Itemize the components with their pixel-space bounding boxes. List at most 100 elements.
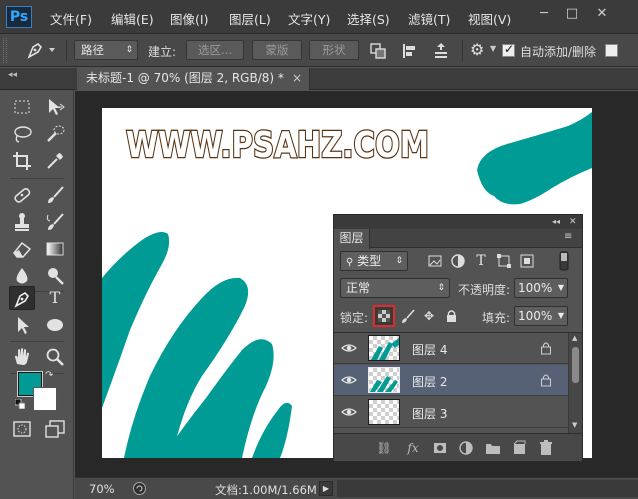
layers-panel: ◂◂ ✕ 图层 ≡ ⚲ 类型 ⇕ T 正常 ⇕ 不透明度: 100% ▼ 锁定:…: [333, 214, 583, 462]
layer-name[interactable]: 图层 3: [412, 405, 447, 422]
menu-file[interactable]: 文件(F): [50, 9, 92, 28]
canvas-watermark-text: WWW.PSAHZ.COM: [126, 125, 429, 166]
layers-scrollbar[interactable]: ▲ ▼: [568, 333, 582, 433]
ellipse-tool-icon[interactable]: [44, 314, 66, 336]
collapse-panels-icon[interactable]: ◂◂: [8, 70, 17, 80]
fill-input[interactable]: 100% ▼: [514, 306, 568, 326]
chevron-down-icon[interactable]: ▼: [558, 307, 564, 325]
gear-icon[interactable]: ⚙: [470, 40, 490, 60]
shape-filter-icon[interactable]: [496, 253, 512, 269]
pen-tool-icon[interactable]: [9, 286, 35, 310]
path-mode-select[interactable]: 路径 ⇕: [74, 40, 138, 60]
background-color-swatch[interactable]: [33, 387, 57, 411]
zoom-level[interactable]: 70%: [89, 482, 115, 496]
type-filter-icon[interactable]: T: [473, 253, 489, 269]
layer-name[interactable]: 图层 2: [412, 373, 447, 390]
dodge-tool-icon[interactable]: [44, 265, 66, 287]
lasso-tool-icon[interactable]: [11, 123, 33, 145]
healing-brush-tool-icon[interactable]: [11, 184, 33, 206]
crop-tool-icon[interactable]: [11, 150, 33, 172]
eyedropper-tool-icon[interactable]: [44, 150, 66, 172]
path-operations-icon[interactable]: [369, 42, 387, 60]
layer-name[interactable]: 图层 4: [412, 341, 447, 358]
make-shape-button[interactable]: 形状: [309, 40, 359, 60]
opacity-input[interactable]: 100% ▼: [514, 278, 568, 298]
eraser-tool-icon[interactable]: [11, 238, 33, 260]
tab-layers[interactable]: 图层: [334, 229, 370, 249]
default-colors-icon[interactable]: [14, 398, 26, 410]
layer-row-3[interactable]: 图层 3: [334, 397, 568, 428]
make-selection-button[interactable]: 选区...: [186, 40, 244, 60]
quick-mask-icon[interactable]: [11, 418, 33, 440]
history-brush-tool-icon[interactable]: [44, 211, 66, 233]
horizontal-scrollbar[interactable]: [337, 480, 638, 497]
scroll-down-icon[interactable]: ▼: [572, 421, 577, 429]
pen-tool-preset-icon[interactable]: [22, 38, 58, 62]
menu-view[interactable]: 视图(V): [468, 9, 511, 28]
opacity-value: 100%: [518, 281, 553, 295]
document-tab[interactable]: 未标题-1 @ 70% (图层 2, RGB/8) * ×: [77, 68, 310, 90]
type-tool-icon[interactable]: T: [44, 287, 66, 309]
auto-add-delete-checkbox[interactable]: [502, 42, 515, 57]
screen-mode-icon[interactable]: [44, 418, 66, 440]
hand-tool-icon[interactable]: [11, 346, 33, 368]
path-selection-tool-icon[interactable]: [11, 314, 33, 336]
zoom-tool-icon[interactable]: [44, 346, 66, 368]
chevron-down-icon[interactable]: ▼: [558, 279, 564, 297]
scroll-up-icon[interactable]: ▲: [572, 334, 577, 342]
smart-object-filter-icon[interactable]: [519, 253, 535, 269]
status-info-icon[interactable]: [132, 481, 147, 496]
make-mask-button[interactable]: 蒙版: [252, 40, 302, 60]
adjustment-filter-icon[interactable]: [450, 253, 466, 269]
path-arrangement-icon[interactable]: [432, 42, 450, 60]
lock-position-icon[interactable]: ✥: [421, 308, 437, 324]
gradient-tool-icon[interactable]: [44, 238, 66, 260]
scroll-thumb[interactable]: [572, 347, 579, 383]
rubber-band-checkbox[interactable]: [605, 44, 618, 57]
menu-filter[interactable]: 滤镜(T): [408, 9, 450, 28]
layer-row-2[interactable]: 图层 2: [334, 365, 568, 396]
status-menu-arrow-icon[interactable]: ▶: [319, 481, 333, 496]
link-layers-icon[interactable]: ⛓: [376, 440, 392, 456]
path-alignment-icon[interactable]: [401, 42, 419, 60]
quick-selection-tool-icon[interactable]: [44, 123, 66, 145]
menu-layer[interactable]: 图层(L): [229, 9, 271, 28]
blend-mode-select[interactable]: 正常 ⇕: [340, 278, 450, 298]
close-panel-icon[interactable]: ✕: [569, 215, 577, 229]
fx-icon[interactable]: fx: [405, 440, 421, 456]
menu-select[interactable]: 选择(S): [347, 9, 390, 28]
panel-menu-icon[interactable]: ≡: [564, 231, 572, 242]
lock-image-pixels-icon[interactable]: [400, 308, 416, 324]
minimize-button[interactable]: ─: [532, 5, 556, 25]
new-group-icon[interactable]: [485, 440, 501, 456]
add-mask-icon[interactable]: [432, 440, 448, 456]
menu-edit[interactable]: 编辑(E): [111, 9, 154, 28]
menu-type[interactable]: 文字(Y): [288, 9, 330, 28]
visibility-eye-icon[interactable]: [340, 373, 358, 387]
clone-stamp-tool-icon[interactable]: [11, 211, 33, 233]
close-tab-icon[interactable]: ×: [292, 68, 302, 89]
blur-tool-icon[interactable]: [11, 265, 33, 287]
new-layer-icon[interactable]: [511, 440, 527, 456]
visibility-eye-icon[interactable]: [340, 405, 358, 419]
swap-colors-icon[interactable]: ↷: [45, 370, 53, 381]
filter-toggle-icon[interactable]: [559, 251, 569, 271]
visibility-eye-icon[interactable]: [340, 341, 358, 355]
pixel-filter-icon[interactable]: [427, 253, 443, 269]
move-tool-icon[interactable]: [44, 96, 66, 118]
lock-transparent-pixels-icon[interactable]: [373, 305, 395, 327]
trash-icon[interactable]: [538, 440, 554, 456]
layer-filter-select[interactable]: ⚲ 类型 ⇕: [340, 251, 408, 271]
layers-panel-titlebar[interactable]: ◂◂ ✕: [334, 215, 582, 229]
restore-button[interactable]: □: [560, 5, 584, 25]
brush-tool-icon[interactable]: [44, 184, 66, 206]
menu-image[interactable]: 图像(I): [170, 9, 208, 28]
collapse-panel-icon[interactable]: ◂◂: [552, 215, 560, 229]
grip-handle[interactable]: [3, 38, 7, 63]
adjustment-layer-icon[interactable]: [458, 440, 474, 456]
layer-row-4[interactable]: 图层 4: [334, 333, 568, 364]
close-window-button[interactable]: ✕: [590, 5, 614, 25]
lock-all-icon[interactable]: [443, 308, 459, 324]
chevron-down-icon[interactable]: ▼: [490, 44, 496, 53]
marquee-tool-icon[interactable]: [11, 96, 33, 118]
